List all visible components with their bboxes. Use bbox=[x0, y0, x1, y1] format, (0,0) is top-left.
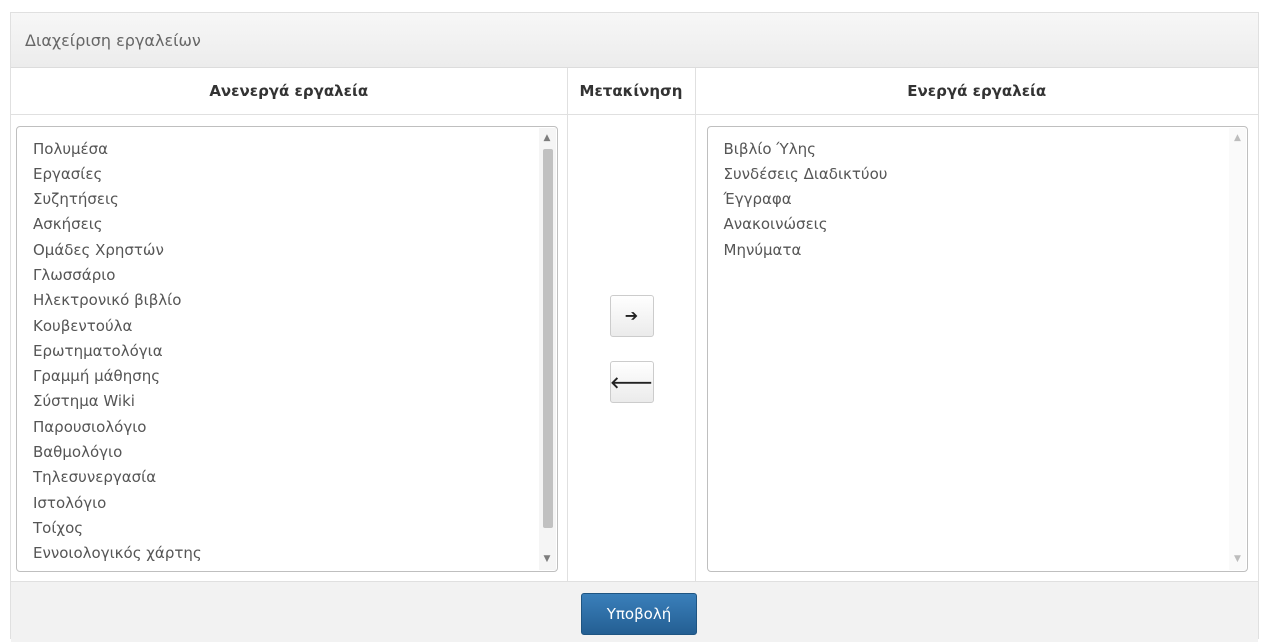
move-right-button[interactable]: ➔ bbox=[609, 294, 654, 337]
list-item[interactable]: Έγγραφα bbox=[724, 187, 1248, 212]
list-item[interactable]: Ομάδες Χρηστών bbox=[33, 238, 557, 263]
list-item[interactable]: Βαθμολόγιο bbox=[33, 440, 557, 465]
list-item[interactable]: Γραμμή μάθησης bbox=[33, 364, 557, 389]
inactive-tools-listbox[interactable]: Πολυμέσα Εργασίες Συζητήσεις Ασκήσεις Ομάδες… bbox=[16, 125, 558, 572]
move-left-button[interactable]: 🡐 bbox=[609, 360, 654, 403]
active-tools-listbox[interactable]: Βιβλίο Ύλης Συνδέσεις Διαδικτύου Έγγραφα Αν… bbox=[706, 125, 1248, 572]
scroll-down-icon[interactable]: ▼ bbox=[539, 551, 556, 568]
list-item[interactable]: Πρόοδος bbox=[33, 567, 557, 571]
scroll-up-icon[interactable]: ▲ bbox=[539, 130, 556, 147]
move-header: Μετακίνηση bbox=[567, 68, 696, 115]
list-item[interactable]: Ηλεκτρονικό βιβλίο bbox=[33, 288, 557, 313]
list-item[interactable]: Μηνύματα bbox=[724, 238, 1248, 263]
list-item[interactable]: Συνδέσεις Διαδικτύου bbox=[724, 162, 1248, 187]
list-item[interactable]: Κουβεντούλα bbox=[33, 314, 557, 339]
list-item[interactable]: Ιστολόγιο bbox=[33, 491, 557, 516]
inactive-tools-list: Πολυμέσα Εργασίες Συζητήσεις Ασκήσεις Ομάδες… bbox=[17, 127, 557, 571]
list-item[interactable]: Σύστημα Wiki bbox=[33, 389, 557, 414]
list-item[interactable]: Ασκήσεις bbox=[33, 212, 557, 237]
tools-management-panel: Διαχείριση εργαλείων Ανενεργά εργαλεία Μ… bbox=[10, 12, 1259, 642]
list-item[interactable]: Ανακοινώσεις bbox=[724, 212, 1248, 237]
scroll-up-icon[interactable]: ▲ bbox=[1229, 130, 1246, 147]
scroll-down-icon[interactable]: ▼ bbox=[1229, 551, 1246, 568]
inactive-tools-header: Ανενεργά εργαλεία bbox=[11, 68, 568, 115]
list-item[interactable]: Πολυμέσα bbox=[33, 137, 557, 162]
form-footer: Υποβολή bbox=[11, 580, 1258, 642]
active-scrollbar[interactable]: ▲ ▼ bbox=[1229, 127, 1246, 570]
list-item[interactable]: Τοίχος bbox=[33, 516, 557, 541]
inactive-scrollbar[interactable]: ▲ ▼ bbox=[538, 127, 556, 570]
list-item[interactable]: Ερωτηματολόγια bbox=[33, 339, 557, 364]
list-item[interactable]: Τηλεσυνεργασία bbox=[33, 465, 557, 490]
panel-title: Διαχείριση εργαλείων bbox=[11, 13, 1258, 68]
list-item[interactable]: Συζητήσεις bbox=[33, 187, 557, 212]
submit-button[interactable]: Υποβολή bbox=[581, 592, 697, 635]
active-tools-list: Βιβλίο Ύλης Συνδέσεις Διαδικτύου Έγγραφα Αν… bbox=[708, 127, 1248, 263]
list-item[interactable]: Βιβλίο Ύλης bbox=[724, 137, 1248, 162]
list-item[interactable]: Παρουσιολόγιο bbox=[33, 415, 557, 440]
tools-table: Ανενεργά εργαλεία Μετακίνηση Ενεργά εργα… bbox=[11, 68, 1258, 581]
list-item[interactable]: Εργασίες bbox=[33, 162, 557, 187]
scrollbar-thumb[interactable] bbox=[542, 148, 553, 528]
active-tools-header: Ενεργά εργαλεία bbox=[695, 68, 1258, 115]
list-item[interactable]: Εννοιολογικός χάρτης bbox=[33, 541, 557, 566]
arrow-left-icon: 🡐 bbox=[610, 372, 653, 392]
list-item[interactable]: Γλωσσάριο bbox=[33, 263, 557, 288]
arrow-right-icon: ➔ bbox=[624, 306, 639, 325]
